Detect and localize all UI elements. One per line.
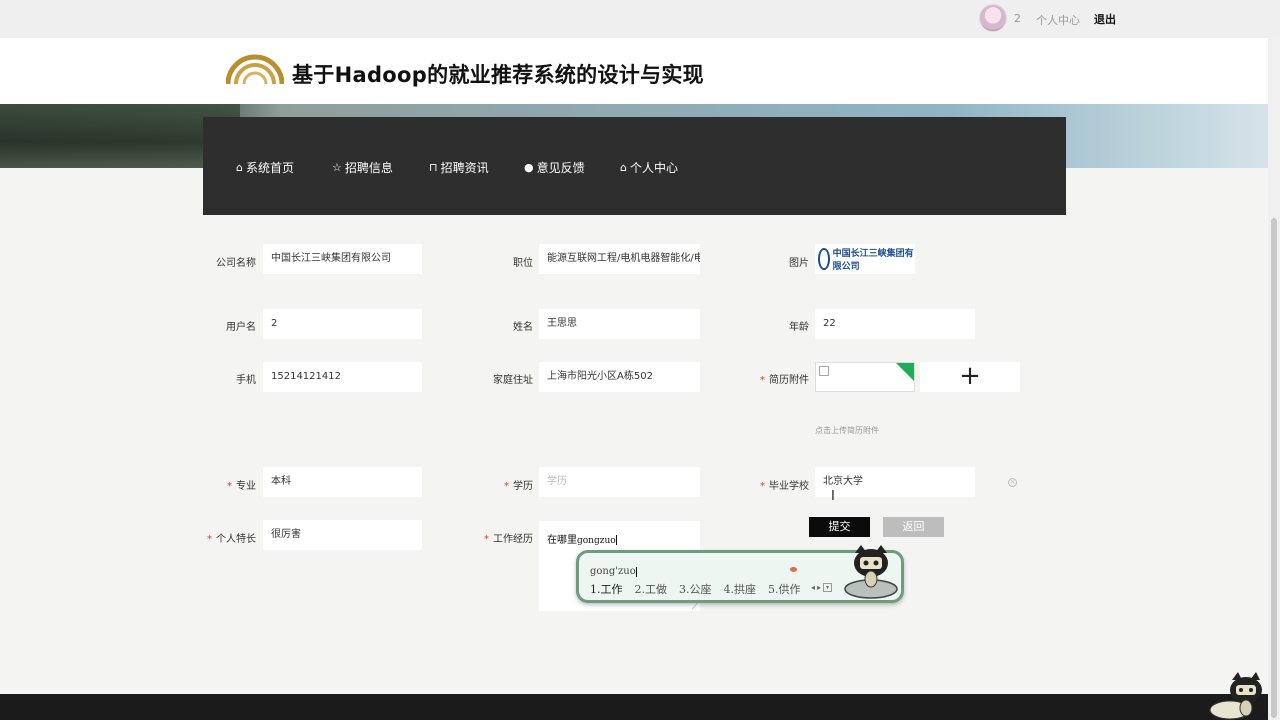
personal-center-link[interactable]: 个人中心 (1036, 12, 1080, 28)
ime-candidate[interactable]: 5.供作 (768, 581, 801, 597)
nav-item-home[interactable]: ⌂ 系统首页 (236, 159, 294, 176)
experience-label: * 工作经历 (484, 534, 533, 545)
name-field[interactable]: 王思思 (539, 309, 700, 339)
alert-circle-icon: ● (524, 161, 534, 174)
age-field[interactable]: 22 (815, 309, 975, 339)
ime-pinyin: gong'zuo (590, 566, 637, 577)
nav-item-label: 招聘信息 (344, 161, 393, 175)
school-label: * 毕业学校 (760, 481, 809, 492)
resize-grip-icon[interactable]: ⟋ (692, 602, 698, 612)
ime-candidate-window: gong'zuo 1.工作 2.工做 3.公座 4.拱座 5.供作 ◂ ▸ ▾ (576, 545, 904, 603)
resume-preview[interactable] (815, 362, 915, 392)
position-label: 职位 (513, 258, 533, 269)
phone-label: 手机 (236, 375, 256, 386)
education-select[interactable]: 学历 (539, 467, 700, 497)
upload-plus-button[interactable]: + (920, 362, 1020, 392)
home-icon: ⌂ (236, 161, 243, 174)
username-label: 用户名 (226, 322, 256, 333)
upload-hint: 点击上传简历附件 (815, 426, 879, 435)
specialty-field[interactable]: 很厉害 (263, 520, 422, 550)
site-header: 基于Hadoop的就业推荐系统的设计与实现 (0, 38, 1280, 104)
ime-candidate[interactable]: 3.公座 (679, 581, 712, 597)
submit-button[interactable]: 提交 (809, 517, 870, 537)
topbar-username: 2 (1014, 12, 1021, 25)
company-logo-image: 中国长江三峡集团有限公司 (815, 244, 915, 274)
nav-item-news[interactable]: ⊓ 招聘资讯 (429, 159, 489, 176)
star-icon: ☆ (332, 161, 342, 174)
major-field[interactable]: 本科 (263, 467, 422, 497)
company-name-field[interactable]: 中国长江三峡集团有限公司 (263, 244, 422, 274)
company-logo-mark-icon (818, 248, 830, 270)
specialty-label: * 个人特长 (207, 534, 256, 545)
site-title: 基于Hadoop的就业推荐系统的设计与实现 (292, 63, 704, 87)
bag-icon: ⊓ (429, 161, 438, 174)
name-label: 姓名 (513, 322, 533, 333)
address-label: 家庭住址 (493, 375, 533, 386)
experience-text: 在哪里gongzuo (547, 535, 617, 546)
ime-candidates: 1.工作 2.工做 3.公座 4.拱座 5.供作 (590, 581, 801, 597)
username-field[interactable]: 2 (263, 309, 422, 339)
nav-item-label: 招聘资讯 (440, 161, 489, 175)
resume-label: * 简历附件 (760, 375, 809, 386)
upload-corner-badge-icon (896, 363, 914, 381)
ime-candidate[interactable]: 1.工作 (590, 581, 623, 597)
nav-item-label: 意见反馈 (536, 161, 585, 175)
ime-candidate[interactable]: 4.拱座 (724, 581, 757, 597)
phone-field[interactable]: 15214121412 (263, 362, 422, 392)
home-icon: ⌂ (620, 161, 627, 174)
age-label: 年龄 (789, 322, 809, 333)
school-field[interactable]: 北京大学 (815, 467, 975, 497)
next-page-icon[interactable]: ▸ (817, 583, 821, 592)
back-button[interactable]: 返回 (883, 517, 944, 537)
nav-item-feedback[interactable]: ● 意见反馈 (524, 159, 585, 176)
position-field[interactable]: 能源互联网工程/电机电器智能化/电 (539, 244, 700, 274)
text-cursor-icon: I (831, 489, 835, 504)
ime-composition: gongzuo (577, 536, 616, 546)
nav-item-label: 系统首页 (245, 161, 294, 175)
nav-item-personal-center[interactable]: ⌂ 个人中心 (620, 159, 678, 176)
clear-icon[interactable]: × (1008, 478, 1017, 487)
page-footer (0, 694, 1280, 720)
expand-icon[interactable]: ▾ (823, 583, 833, 592)
avatar[interactable] (979, 4, 1007, 32)
site-logo-icon (226, 54, 284, 85)
ime-mascot-icon (844, 545, 898, 599)
nav-item-jobs[interactable]: ☆ 招聘信息 (332, 159, 393, 176)
company-logo-text: 中国长江三峡集团有限公司 (832, 249, 914, 272)
ime-candidate[interactable]: 2.工做 (635, 581, 668, 597)
company-name-label: 公司名称 (216, 258, 256, 269)
image-label: 图片 (789, 258, 809, 269)
broken-image-icon (819, 366, 829, 376)
nav-item-label: 个人中心 (629, 161, 678, 175)
logout-link[interactable]: 退出 (1094, 11, 1116, 27)
major-label: * 专业 (227, 481, 256, 492)
address-field[interactable]: 上海市阳光小区A栋502 (539, 362, 700, 392)
ime-status-icon (790, 567, 797, 572)
page-scrollbar[interactable] (1268, 38, 1280, 720)
main-nav: ⌂ 系统首页 ☆ 招聘信息 ⊓ 招聘资讯 ● 意见反馈 ⌂ 个人中心 (203, 117, 1066, 215)
scrollbar-thumb[interactable] (1271, 218, 1277, 718)
ime-page-arrows[interactable]: ◂ ▸ ▾ (811, 583, 833, 592)
education-label: * 学历 (504, 481, 533, 492)
top-bar: 2 个人中心 退出 (0, 0, 1280, 38)
prev-page-icon[interactable]: ◂ (811, 583, 815, 592)
